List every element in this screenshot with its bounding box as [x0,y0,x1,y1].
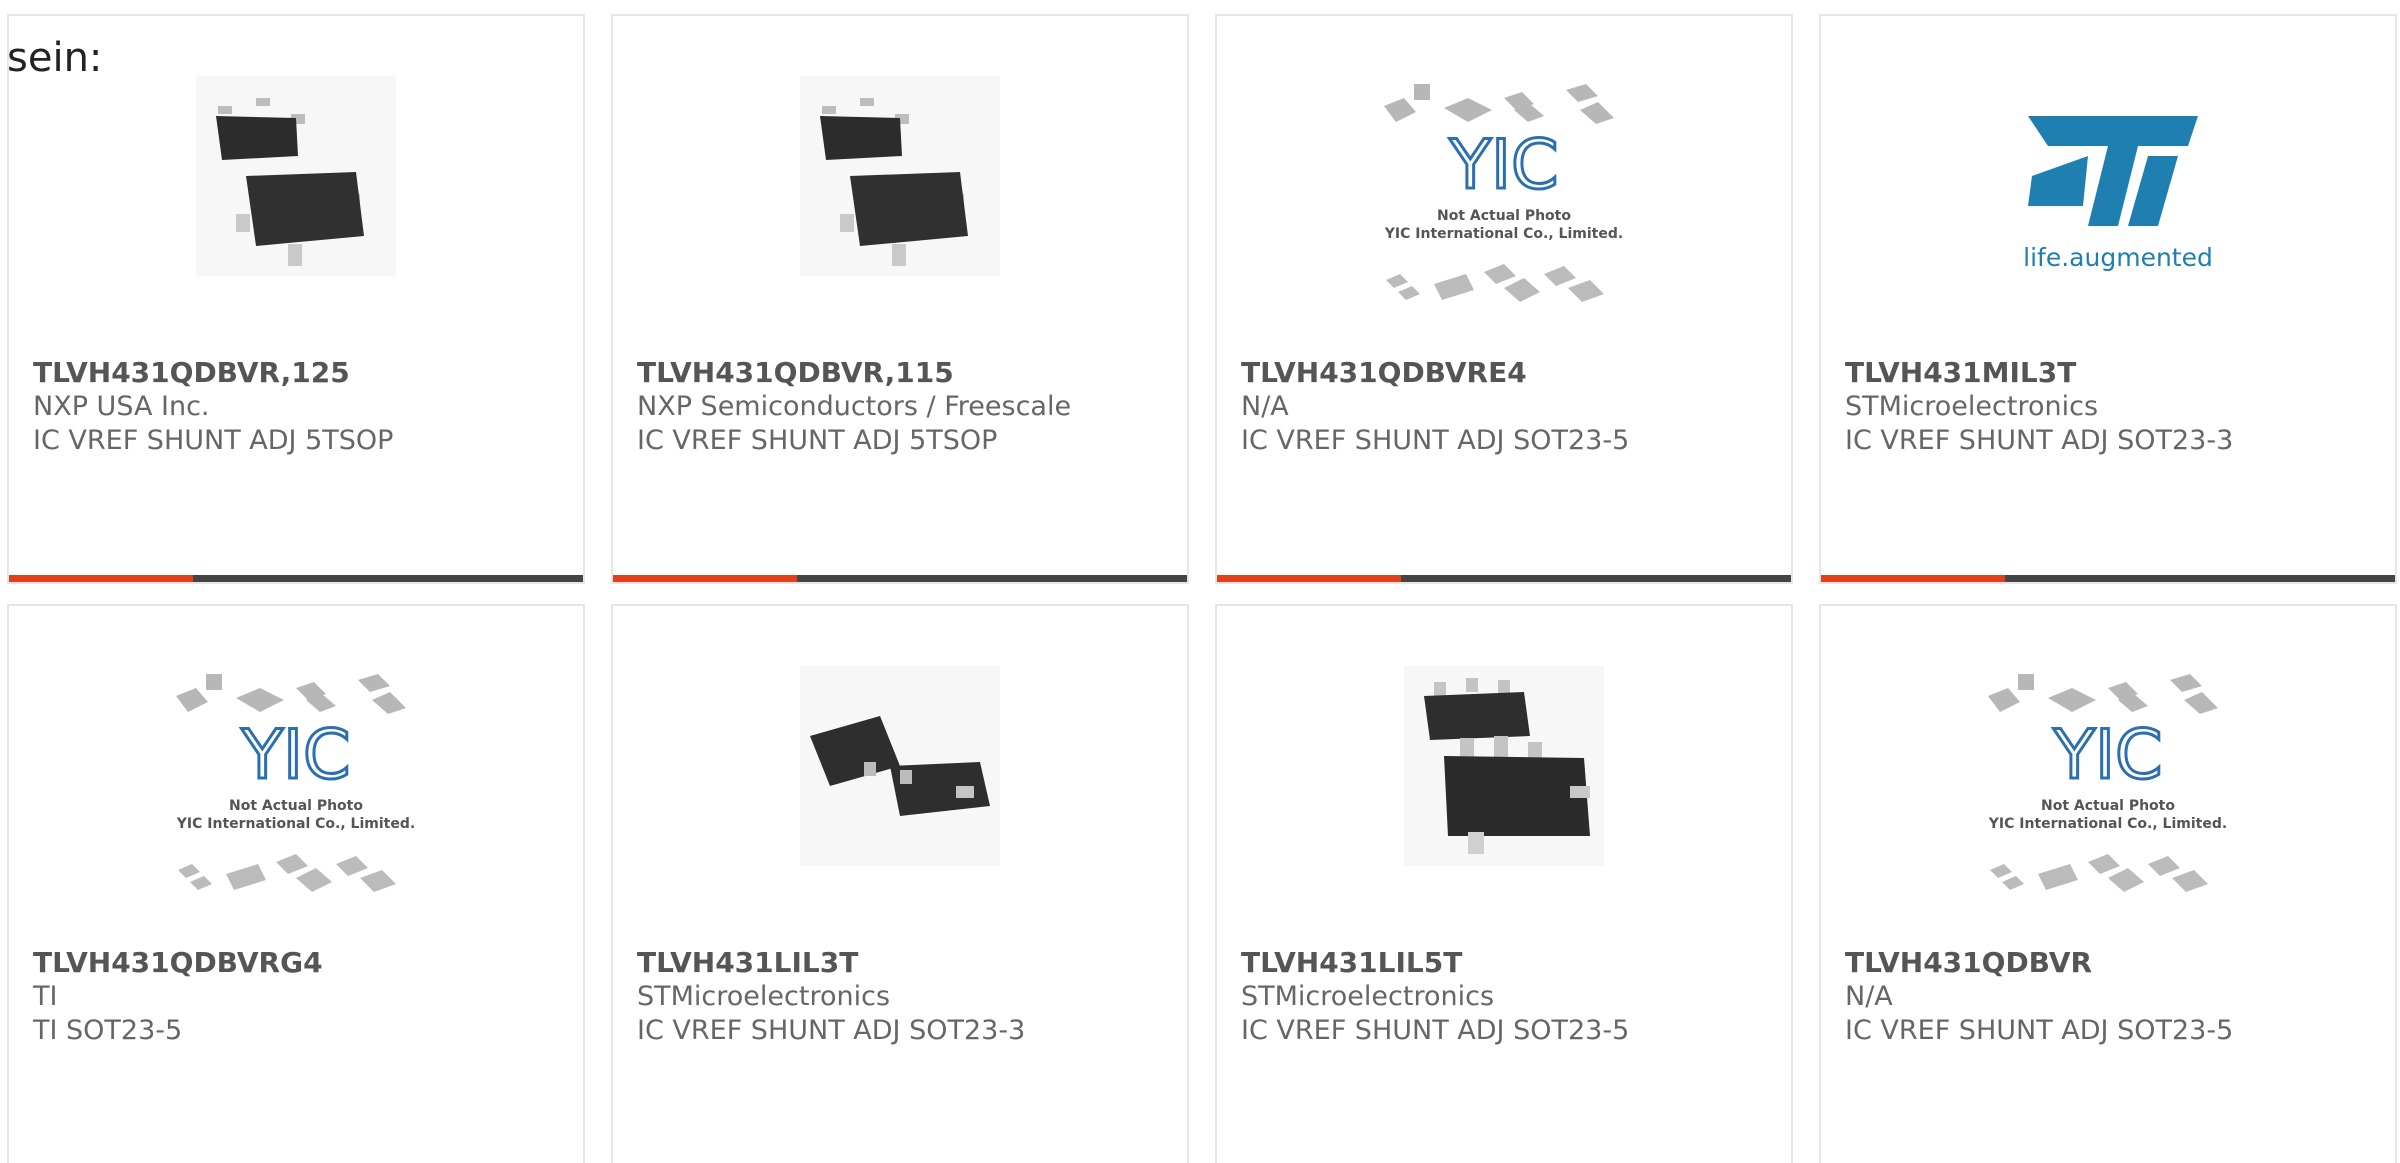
product-info: TLVH431QDBVRG4 TI TI SOT23-5 [33,946,567,1048]
part-number[interactable]: TLVH431QDBVRE4 [1241,356,1775,390]
product-card[interactable]: YIC Not Actual Photo YIC International C… [1215,14,1793,584]
card-accent-bar [9,575,193,582]
product-image[interactable] [613,76,1187,346]
intro-text: sein: [7,35,103,81]
description: IC VREF SHUNT ADJ SOT23-3 [637,1015,1026,1046]
manufacturer: TI [33,981,58,1012]
description: IC VREF SHUNT ADJ SOT23-3 [1845,425,2234,456]
product-info: TLVH431QDBVR N/A IC VREF SHUNT ADJ SOT23… [1845,946,2379,1048]
card-bottom-bar [613,575,1187,582]
description: IC VREF SHUNT ADJ SOT23-5 [1241,1015,1630,1046]
product-card[interactable]: YIC Not Actual Photo YIC International C… [7,604,585,1163]
yic-placeholder-icon: YIC Not Actual Photo YIC International C… [1384,84,1623,302]
part-number[interactable]: TLVH431QDBVR [1845,946,2379,980]
manufacturer: NXP Semiconductors / Freescale [637,391,1072,422]
card-accent-bar [1217,575,1401,582]
manufacturer: N/A [1241,391,1289,422]
manufacturer: N/A [1845,981,1893,1012]
product-info: TLVH431MIL3T STMicroelectronics IC VREF … [1845,356,2379,458]
description: IC VREF SHUNT ADJ SOT23-5 [1845,1015,2234,1046]
product-info: TLVH431LIL5T STMicroelectronics IC VREF … [1241,946,1775,1048]
st-tagline: life.augmented [2023,243,2213,272]
description: TI SOT23-5 [33,1015,183,1046]
product-image[interactable]: YIC Not Actual Photo YIC International C… [1217,76,1791,346]
part-number[interactable]: TLVH431QDBVR,115 [637,356,1171,390]
part-number[interactable]: TLVH431QDBVRG4 [33,946,567,980]
card-bottom-bar [1821,575,2395,582]
placeholder-line2: YIC International Co., Limited. [176,816,415,832]
product-card[interactable]: YIC Not Actual Photo YIC International C… [1819,604,2397,1163]
product-card[interactable]: TLVH431QDBVR,115 NXP Semiconductors / Fr… [611,14,1189,584]
product-info: TLVH431QDBVR,115 NXP Semiconductors / Fr… [637,356,1171,458]
sot23-chip-icon [800,666,1000,866]
product-card[interactable]: TLVH431QDBVR,125 NXP USA Inc. IC VREF SH… [7,14,585,584]
placeholder-line1: Not Actual Photo [1437,208,1571,224]
product-image[interactable]: life.augmented [1821,76,2395,346]
manufacturer: STMicroelectronics [1241,981,1495,1012]
part-number[interactable]: TLVH431MIL3T [1845,356,2379,390]
description: IC VREF SHUNT ADJ SOT23-5 [1241,425,1630,456]
product-card[interactable]: life.augmented TLVH431MIL3T STMicroelect… [1819,14,2397,584]
product-info: TLVH431QDBVRE4 N/A IC VREF SHUNT ADJ SOT… [1241,356,1775,458]
card-bottom-bar [9,575,583,582]
yic-placeholder-icon: YIC Not Actual Photo YIC International C… [176,674,415,892]
placeholder-line1: Not Actual Photo [229,798,363,814]
manufacturer: STMicroelectronics [1845,391,2099,422]
card-accent-bar [1821,575,2005,582]
sot23-chip-icon [800,76,1000,276]
part-number[interactable]: TLVH431QDBVR,125 [33,356,567,390]
product-card[interactable]: TLVH431LIL3T STMicroelectronics IC VREF … [611,604,1189,1163]
sot23-chip-icon [196,76,396,276]
yic-placeholder-icon: YIC Not Actual Photo YIC International C… [1988,674,2227,892]
product-info: TLVH431LIL3T STMicroelectronics IC VREF … [637,946,1171,1048]
svg-text:YIC: YIC [240,716,350,795]
part-number[interactable]: TLVH431LIL3T [637,946,1171,980]
sot23-chip-icon [1404,666,1604,866]
card-bottom-bar [1217,575,1791,582]
product-info: TLVH431QDBVR,125 NXP USA Inc. IC VREF SH… [33,356,567,458]
manufacturer: NXP USA Inc. [33,391,210,422]
svg-text:YIC: YIC [1448,126,1558,205]
part-number[interactable]: TLVH431LIL5T [1241,946,1775,980]
product-image[interactable] [1217,666,1791,936]
product-card[interactable]: TLVH431LIL5T STMicroelectronics IC VREF … [1215,604,1793,1163]
product-image[interactable] [9,76,583,346]
product-image[interactable] [613,666,1187,936]
manufacturer: STMicroelectronics [637,981,891,1012]
product-image[interactable]: YIC Not Actual Photo YIC International C… [9,666,583,936]
description: IC VREF SHUNT ADJ 5TSOP [637,425,998,456]
card-accent-bar [613,575,797,582]
placeholder-line1: Not Actual Photo [2041,798,2175,814]
placeholder-line2: YIC International Co., Limited. [1988,816,2227,832]
product-image[interactable]: YIC Not Actual Photo YIC International C… [1821,666,2395,936]
st-logo-icon: life.augmented [2023,116,2213,272]
product-grid-page: sein: TLVH431QDBVR,125 NXP USA Inc. IC V… [0,0,2400,1163]
svg-text:YIC: YIC [2052,716,2162,795]
placeholder-line2: YIC International Co., Limited. [1384,226,1623,242]
description: IC VREF SHUNT ADJ 5TSOP [33,425,394,456]
